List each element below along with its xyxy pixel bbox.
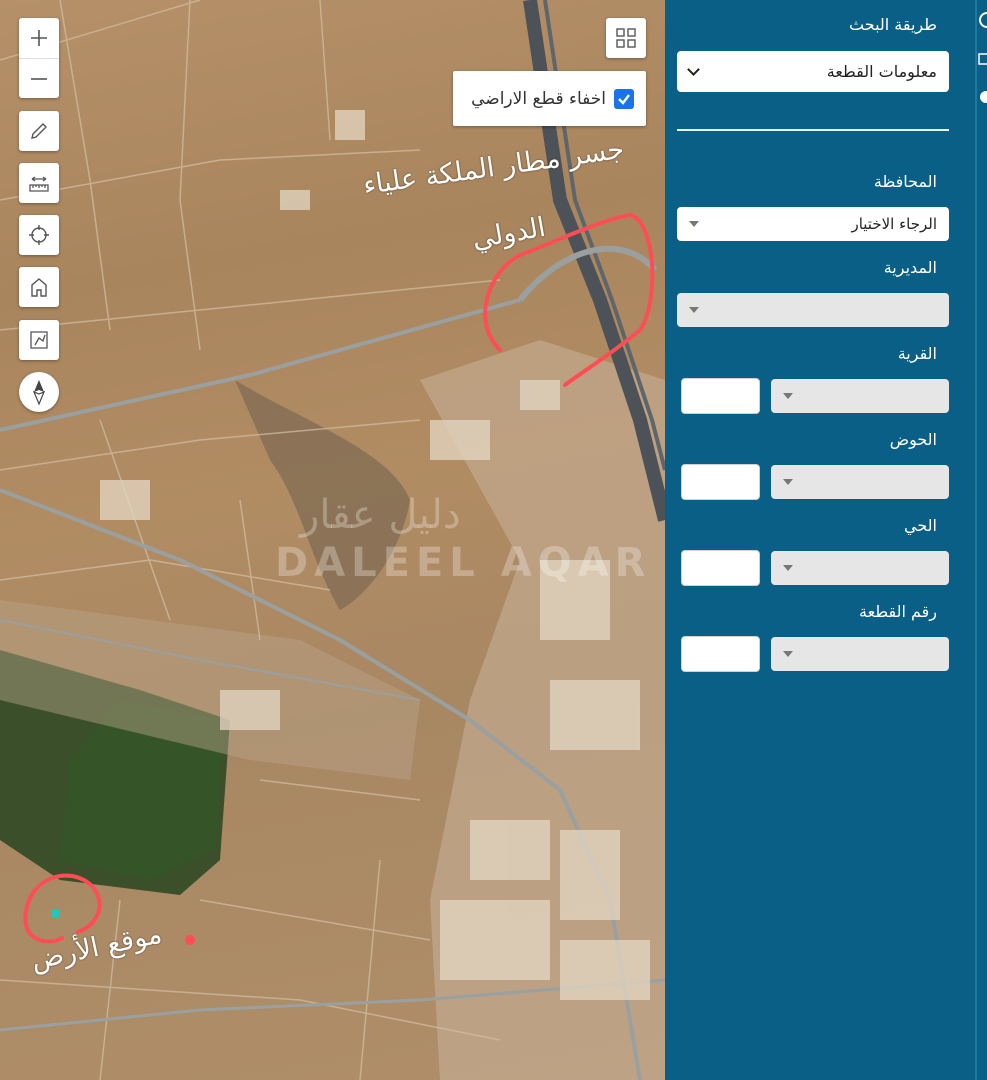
governorate-select[interactable]: الرجاء الاختيار bbox=[677, 207, 949, 241]
satellite-map[interactable]: اخفاء قطع الاراضي جسر مطار الملكة علياء … bbox=[0, 0, 665, 1080]
land-marker bbox=[185, 935, 195, 945]
checkmark-icon bbox=[618, 93, 630, 105]
watermark-english: DALEEL AQAR bbox=[275, 540, 652, 586]
home-icon bbox=[31, 278, 47, 297]
governorate-value: الرجاء الاختيار bbox=[851, 215, 937, 233]
zoom-controls bbox=[19, 18, 59, 98]
basemap-gallery-button[interactable] bbox=[606, 18, 646, 58]
locate-icon bbox=[29, 225, 49, 245]
ruler-icon bbox=[29, 176, 49, 192]
draw-button[interactable] bbox=[19, 111, 59, 151]
pencil-icon bbox=[31, 123, 47, 139]
village-input[interactable] bbox=[681, 378, 760, 414]
parcel-number-label: رقم القطعة bbox=[859, 602, 937, 621]
dropdown-arrow-icon bbox=[689, 221, 699, 227]
watermark-arabic: دليل عقار bbox=[300, 492, 461, 538]
measure-distance-button[interactable] bbox=[19, 163, 59, 203]
app-root: اخفاء قطع الاراضي جسر مطار الملكة علياء … bbox=[0, 0, 987, 1080]
village-select[interactable] bbox=[771, 379, 949, 413]
district-select[interactable] bbox=[771, 551, 949, 585]
divider bbox=[677, 129, 949, 131]
governorate-label: المحافظة bbox=[873, 172, 937, 191]
search-method-select[interactable]: معلومات القطعة bbox=[677, 51, 949, 92]
search-method-value: معلومات القطعة bbox=[826, 62, 937, 81]
hide-parcels-checkbox[interactable] bbox=[614, 88, 634, 109]
hide-parcels-label: اخفاء قطع الاراضي bbox=[471, 88, 606, 109]
basin-input[interactable] bbox=[681, 464, 760, 500]
layers-icon[interactable] bbox=[978, 53, 987, 65]
district-label: الحي bbox=[904, 516, 937, 535]
basemap-gallery-icon bbox=[616, 28, 636, 48]
measure-area-button[interactable] bbox=[19, 320, 59, 360]
dropdown-arrow-icon bbox=[689, 307, 699, 313]
measure-area-icon bbox=[30, 331, 48, 349]
hide-parcels-toggle[interactable]: اخفاء قطع الاراضي bbox=[453, 71, 646, 126]
dropdown-arrow-icon bbox=[783, 565, 793, 571]
search-icon[interactable] bbox=[979, 12, 987, 28]
dropdown-arrow-icon bbox=[783, 479, 793, 485]
village-label: القرية bbox=[897, 344, 937, 363]
compass-icon bbox=[32, 380, 46, 406]
rail-icons bbox=[978, 12, 987, 103]
zoom-in-button[interactable] bbox=[19, 18, 59, 58]
zoom-in-icon bbox=[31, 30, 47, 46]
location-pin-icon[interactable] bbox=[980, 91, 987, 103]
home-button[interactable] bbox=[19, 267, 59, 307]
rail-divider bbox=[975, 0, 977, 1080]
parcel-number-select[interactable] bbox=[771, 637, 949, 671]
parcel-marker bbox=[52, 910, 59, 917]
directorate-select[interactable] bbox=[677, 293, 949, 327]
basin-select[interactable] bbox=[771, 465, 949, 499]
district-input[interactable] bbox=[681, 550, 760, 586]
search-panel: طريقة البحث معلومات القطعة المحافظة الرج… bbox=[665, 0, 975, 1080]
parcel-number-input[interactable] bbox=[681, 636, 760, 672]
zoom-out-icon bbox=[31, 77, 47, 80]
compass-button[interactable] bbox=[19, 372, 59, 412]
zoom-out-button[interactable] bbox=[19, 58, 59, 98]
chevron-down-icon bbox=[687, 63, 700, 76]
dropdown-arrow-icon bbox=[783, 651, 793, 657]
basin-label: الحوض bbox=[889, 430, 937, 449]
directorate-label: المديرية bbox=[883, 258, 937, 277]
land-highlight bbox=[23, 873, 102, 944]
locate-button[interactable] bbox=[19, 215, 59, 255]
search-method-label: طريقة البحث bbox=[849, 15, 937, 34]
tool-rail bbox=[975, 0, 987, 1080]
dropdown-arrow-icon bbox=[783, 393, 793, 399]
